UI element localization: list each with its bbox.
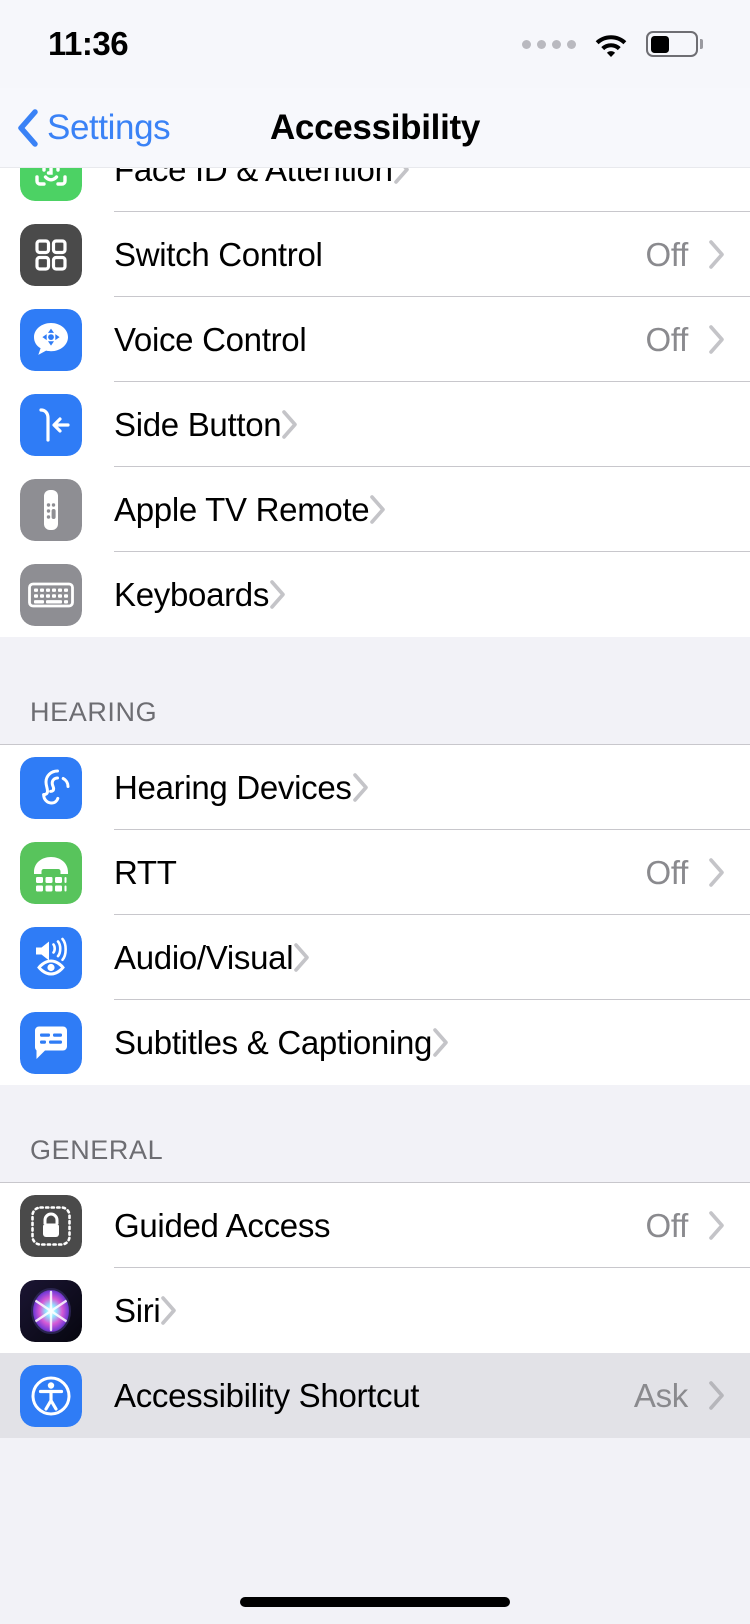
switch-control-icon — [20, 223, 82, 286]
chevron-right-icon — [352, 772, 370, 803]
row-label: Subtitles & Captioning — [114, 1023, 433, 1061]
chevron-right-icon — [708, 239, 726, 270]
chevron-right-icon — [293, 942, 311, 973]
iphone-screen: 11:36 Settings Accessibility Face ID & A… — [0, 0, 750, 1624]
siri-icon — [20, 1279, 82, 1342]
back-button-label: Settings — [47, 107, 171, 147]
group-general: Guided Access Off Siri Accessibility Sho… — [0, 1183, 750, 1438]
row-accessibility-shortcut[interactable]: Accessibility Shortcut Ask — [0, 1353, 750, 1438]
row-rtt[interactable]: RTT Off — [0, 830, 750, 915]
section-header-hearing: HEARING — [0, 637, 750, 745]
chevron-right-icon — [432, 1027, 450, 1058]
row-label: Keyboards — [114, 575, 270, 613]
row-label: Apple TV Remote — [114, 490, 370, 528]
face-id-icon — [20, 168, 82, 201]
row-subtitles-captioning[interactable]: Subtitles & Captioning — [0, 1000, 750, 1085]
settings-list[interactable]: Face ID & Attention Switch Control Off V… — [0, 168, 750, 1580]
row-label: Side Button — [114, 405, 282, 443]
captions-icon — [20, 1011, 82, 1074]
row-value: Off — [645, 235, 688, 273]
chevron-right-icon — [708, 1380, 726, 1411]
home-indicator-area — [0, 1580, 750, 1624]
ear-icon — [20, 756, 82, 819]
status-bar: 11:36 — [0, 0, 750, 88]
row-siri[interactable]: Siri — [0, 1268, 750, 1353]
chevron-right-icon — [269, 579, 287, 610]
battery-icon — [646, 31, 698, 57]
rtt-phone-icon — [20, 841, 82, 904]
row-value: Off — [645, 320, 688, 358]
row-label: Accessibility Shortcut — [114, 1376, 420, 1414]
row-label: Hearing Devices — [114, 768, 352, 806]
chevron-right-icon — [708, 1210, 726, 1241]
wifi-icon — [593, 31, 629, 58]
chevron-right-icon — [369, 494, 387, 525]
audio-visual-icon — [20, 926, 82, 989]
row-value: Off — [645, 1206, 688, 1244]
row-face-id-attention[interactable]: Face ID & Attention — [0, 168, 750, 212]
row-side-button[interactable]: Side Button — [0, 382, 750, 467]
section-header-general: GENERAL — [0, 1085, 750, 1183]
row-apple-tv-remote[interactable]: Apple TV Remote — [0, 467, 750, 552]
navigation-bar: Settings Accessibility — [0, 88, 750, 168]
group-interaction-rest: Switch Control Off Voice Control Off Sid… — [0, 212, 750, 637]
chevron-right-icon — [393, 168, 411, 185]
voice-control-icon — [20, 308, 82, 371]
keyboard-icon — [20, 563, 82, 626]
row-guided-access[interactable]: Guided Access Off — [0, 1183, 750, 1268]
row-value: Ask — [633, 1376, 688, 1414]
group-hearing: Hearing Devices RTT Off Audio/Visual Sub… — [0, 745, 750, 1085]
row-audio-visual[interactable]: Audio/Visual — [0, 915, 750, 1000]
chevron-right-icon — [281, 409, 299, 440]
guided-access-lock-icon — [20, 1194, 82, 1257]
row-value: Off — [645, 853, 688, 891]
row-label: Siri — [114, 1291, 161, 1329]
chevron-right-icon — [708, 857, 726, 888]
apple-tv-remote-icon — [20, 478, 82, 541]
row-label: Face ID & Attention — [114, 168, 393, 188]
back-button[interactable]: Settings — [0, 107, 171, 148]
signal-dots-icon — [522, 39, 576, 49]
list-tail-space — [0, 1438, 750, 1580]
row-label: Guided Access — [114, 1206, 331, 1244]
row-keyboards[interactable]: Keyboards — [0, 552, 750, 637]
row-voice-control[interactable]: Voice Control Off — [0, 297, 750, 382]
row-hearing-devices[interactable]: Hearing Devices — [0, 745, 750, 830]
accessibility-person-icon — [20, 1364, 82, 1427]
chevron-left-icon — [16, 108, 38, 147]
status-indicators — [522, 31, 698, 58]
row-label: Switch Control — [114, 235, 323, 273]
status-time: 11:36 — [48, 25, 129, 62]
row-label: Voice Control — [114, 320, 307, 358]
row-label: Audio/Visual — [114, 938, 294, 976]
group-interaction: Face ID & Attention — [0, 168, 750, 212]
row-switch-control[interactable]: Switch Control Off — [0, 212, 750, 297]
home-indicator[interactable] — [240, 1597, 510, 1607]
row-label: RTT — [114, 853, 177, 891]
chevron-right-icon — [160, 1295, 178, 1326]
chevron-right-icon — [708, 324, 726, 355]
side-button-icon — [20, 393, 82, 456]
